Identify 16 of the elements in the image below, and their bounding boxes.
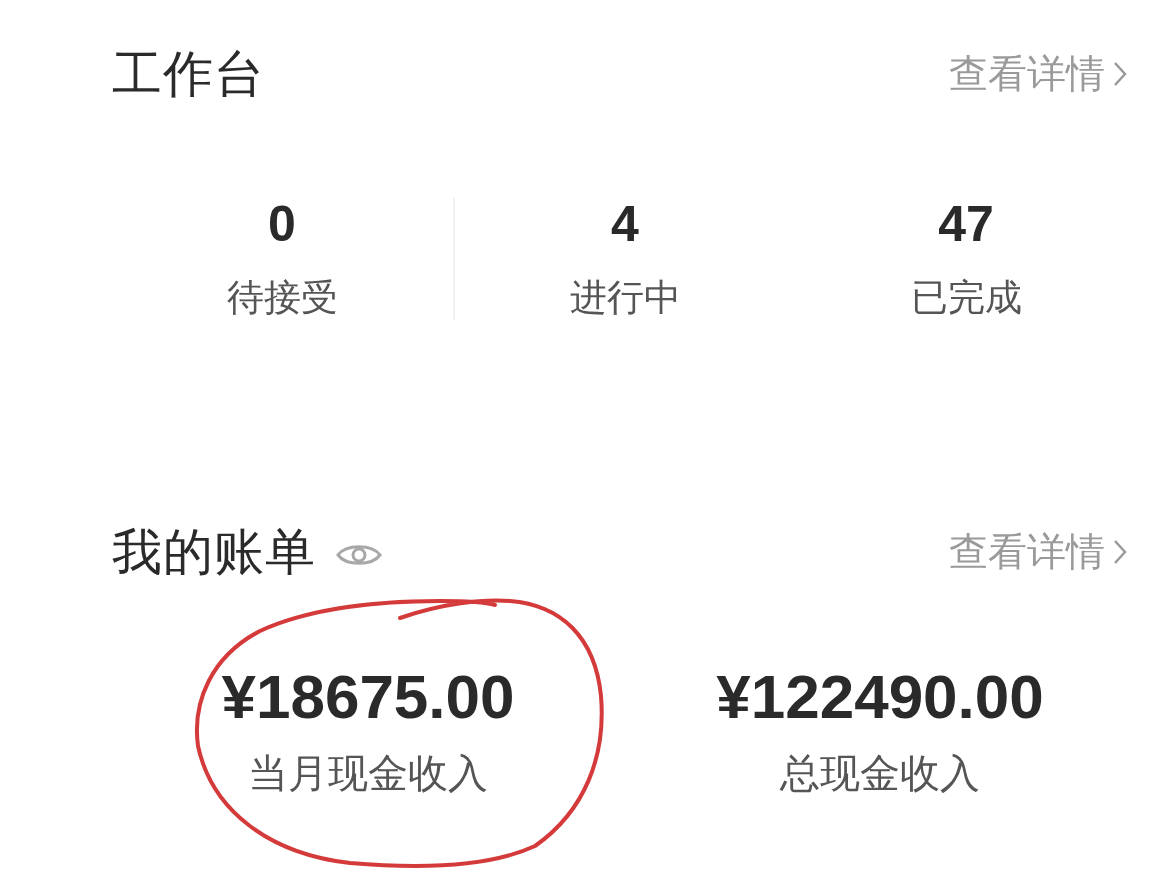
amount-value: ¥122490.00	[716, 662, 1044, 732]
chevron-right-icon	[1113, 539, 1127, 565]
chevron-right-icon	[1113, 61, 1127, 87]
details-link[interactable]: 查看详情	[949, 525, 1127, 579]
stat-label: 待接受	[226, 276, 338, 320]
section-title: 我的账单	[112, 522, 316, 582]
stat-label: 已完成	[910, 276, 1022, 320]
amount-value: ¥18675.00	[221, 662, 515, 732]
stat-label: 进行中	[569, 276, 681, 320]
amount-label: 当月现金收入	[248, 750, 488, 796]
amount-label: 总现金收入	[780, 750, 980, 796]
stat-count: 47	[938, 198, 994, 250]
stat-count: 4	[611, 198, 639, 250]
stat-count: 0	[268, 198, 296, 250]
details-link[interactable]: 查看详情	[949, 47, 1127, 101]
section-title: 工作台	[112, 44, 265, 104]
